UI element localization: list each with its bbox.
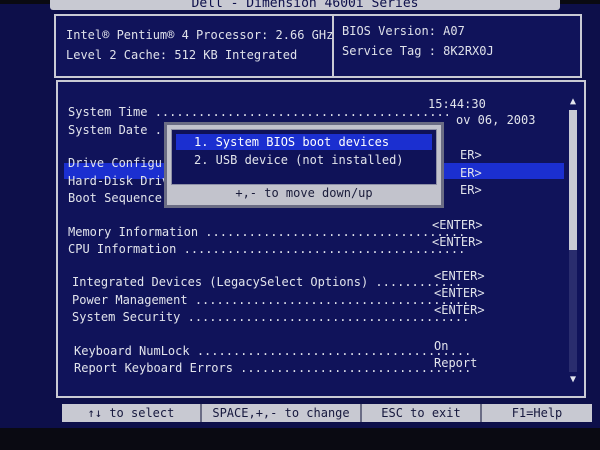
keyboard-numlock-value[interactable]: On <box>434 339 448 353</box>
power-management-value: <ENTER> <box>434 286 485 300</box>
menu-item-boot-sequence[interactable]: Boot Sequence . <box>68 191 176 205</box>
scroll-down-arrow-icon[interactable]: ▼ <box>566 374 580 386</box>
scroll-thumb[interactable] <box>569 110 577 250</box>
scroll-up-arrow-icon[interactable]: ▲ <box>566 96 580 108</box>
processor-info: Intel® Pentium® 4 Processor: 2.66 GHz <box>66 28 334 42</box>
system-info-panel: Intel® Pentium® 4 Processor: 2.66 GHz Le… <box>54 14 582 78</box>
bios-title: Dell - Dimension 4600i Series <box>50 0 560 11</box>
scroll-track[interactable] <box>569 110 577 372</box>
footer-select-hint: ↑↓ to select <box>62 404 202 422</box>
service-tag: Service Tag : 8K2RX0J <box>342 44 494 58</box>
footer-help-hint: F1=Help <box>511 406 563 420</box>
footer-exit-hint: ESC to exit <box>362 404 482 422</box>
system-time-value[interactable]: 15:44:30 <box>428 97 486 111</box>
menu-item-system-date[interactable]: System Date ... <box>68 123 176 137</box>
menu-item-cpu-information[interactable]: CPU Information ........................… <box>68 242 465 256</box>
popup-option-system-bios-boot-devices[interactable]: 1. System BIOS boot devices <box>176 134 432 150</box>
menu-item-integrated-devices[interactable]: Integrated Devices (LegacySelect Options… <box>72 275 462 289</box>
cache-info: Level 2 Cache: 512 KB Integrated <box>66 48 298 62</box>
bios-version: BIOS Version: A07 <box>342 24 465 38</box>
menu-item-power-management[interactable]: Power Management .......................… <box>72 293 469 307</box>
popup-option-usb-device[interactable]: 2. USB device (not installed) <box>176 152 432 168</box>
menu-item-report-keyboard-errors[interactable]: Report Keyboard Errors .................… <box>74 361 471 375</box>
popup-hint: +,- to move down/up <box>235 186 373 200</box>
menu-item-keyboard-numlock[interactable]: Keyboard NumLock .......................… <box>74 344 471 358</box>
report-keyboard-errors-value[interactable]: Report <box>434 356 477 370</box>
info-divider <box>332 16 334 76</box>
bios-screen: Dell - Dimension 4600i Series Intel® Pen… <box>0 0 600 450</box>
memory-info-value: <ENTER> <box>432 218 483 232</box>
key-help-bar: ↑↓ to select SPACE,+,- to change ESC to … <box>62 404 592 422</box>
menu-item-memory-information[interactable]: Memory Information .....................… <box>68 225 465 239</box>
drive-config-value: ER> <box>460 148 482 162</box>
menu-item-hard-disk-drive[interactable]: Hard-Disk Drive <box>68 174 176 188</box>
integrated-devices-value: <ENTER> <box>434 269 485 283</box>
boot-sequence-value: ER> <box>460 183 482 197</box>
menu-item-drive-configuration[interactable]: Drive Configura <box>68 156 176 170</box>
menu-item-system-time[interactable]: System Time ............................… <box>68 105 451 119</box>
menu-item-system-security[interactable]: System Security ........................… <box>72 310 469 324</box>
popup-list: 1. System BIOS boot devices 2. USB devic… <box>171 129 437 185</box>
menu-scrollbar[interactable]: ▲ ▼ <box>566 96 580 386</box>
system-date-value[interactable]: ov 06, 2003 <box>456 113 535 127</box>
boot-device-popup: 1. System BIOS boot devices 2. USB devic… <box>164 122 444 208</box>
monitor-bezel-bottom <box>0 428 600 450</box>
footer-change-hint: SPACE,+,- to change <box>202 404 362 422</box>
cpu-info-value: <ENTER> <box>432 235 483 249</box>
hard-disk-value: ER> <box>460 166 482 180</box>
system-security-value: <ENTER> <box>434 303 485 317</box>
